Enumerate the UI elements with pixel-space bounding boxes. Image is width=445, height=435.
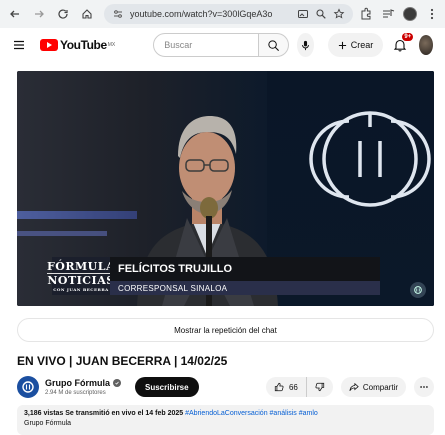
microphone-icon (302, 40, 309, 50)
lt-logo-line2: NOTICIAS (47, 274, 115, 287)
channel-watermark-icon[interactable] (410, 282, 426, 298)
studio-light-stripe (17, 231, 107, 236)
subscribe-button[interactable]: Suscribirse (135, 377, 199, 397)
create-label: Crear (350, 40, 374, 50)
extensions-icon[interactable] (359, 7, 373, 21)
search-bar (153, 33, 290, 57)
more-actions-button[interactable] (414, 377, 434, 397)
thumbs-up-icon (274, 382, 284, 392)
search-input[interactable] (153, 33, 260, 57)
subscriber-count: 2.94 M de suscriptores (45, 390, 106, 396)
search-icon (268, 39, 280, 51)
youtube-header: YouTube MX Crear 9+ (0, 28, 445, 62)
hamburger-menu-icon[interactable] (12, 37, 26, 53)
browser-menu-icon[interactable] (425, 7, 439, 21)
browser-toolbar: youtube.com/watch?v=300lGqeA3o (0, 0, 445, 28)
dislike-button[interactable] (307, 377, 333, 397)
search-button[interactable] (259, 33, 290, 57)
browser-profile-avatar[interactable] (403, 7, 417, 21)
lt-logo-line1: FÓRMULA (46, 260, 116, 274)
hashtags[interactable]: #AbriendoLaConversación #análisis #amlo (185, 410, 318, 417)
bookmark-star-icon[interactable] (333, 8, 345, 20)
zoom-icon[interactable] (315, 8, 327, 20)
lt-logo-line3: CON JUAN BECERRA (53, 287, 109, 292)
home-icon[interactable] (78, 5, 96, 23)
share-button[interactable]: Compartir (340, 377, 406, 397)
share-arrow-icon (349, 382, 359, 391)
plus-icon (338, 41, 346, 49)
grupo-formula-logo-icon (22, 381, 34, 393)
like-count: 66 (288, 382, 298, 392)
user-avatar[interactable] (419, 35, 433, 55)
like-dislike-group: 66 (265, 377, 333, 397)
voice-search-button[interactable] (297, 33, 314, 57)
youtube-logo[interactable]: YouTube MX (40, 38, 115, 52)
show-chat-replay-button[interactable]: Mostrar la repetición del chat (17, 318, 434, 342)
thumbs-down-icon (315, 382, 324, 392)
reload-icon[interactable] (54, 5, 72, 23)
channel-avatar[interactable] (17, 376, 39, 398)
back-icon[interactable] (6, 5, 24, 23)
share-label: Compartir (362, 382, 398, 392)
youtube-play-logo-icon (40, 39, 58, 51)
more-horizontal-icon (420, 386, 428, 388)
verified-check-icon (113, 379, 121, 387)
notifications-button[interactable]: 9+ (393, 33, 414, 55)
lower-third-name: FELÍCITOS TRUJILLO (110, 257, 380, 281)
logo-text: YouTube (60, 38, 107, 52)
description-meta: 3,186 vistas Se transmitió en vivo el 14… (24, 410, 427, 417)
video-player[interactable]: FÓRMULA NOTICIAS CON JUAN BECERRA FELÍCI… (17, 71, 434, 306)
address-bar[interactable]: youtube.com/watch?v=300lGqeA3o (104, 4, 353, 24)
site-settings-icon[interactable] (112, 8, 124, 20)
channel-info: Grupo Fórmula 2.94 M de suscriptores (45, 378, 121, 396)
description-line: Grupo Fórmula (24, 420, 72, 427)
logo-region: MX (107, 42, 116, 48)
notification-badge: 9+ (402, 33, 414, 41)
view-count-and-date: 3,186 vistas Se transmitió en vivo el 14… (24, 410, 184, 417)
channel-name-wrap[interactable]: Grupo Fórmula (45, 378, 121, 388)
forward-icon[interactable] (30, 5, 48, 23)
media-queue-icon[interactable] (381, 7, 395, 21)
url-text: youtube.com/watch?v=300lGqeA3o (130, 9, 273, 19)
formula-noticias-logo: FÓRMULA NOTICIAS CON JUAN BECERRA (46, 257, 116, 295)
lower-third-role: CORRESPONSAL SINALOA (110, 281, 380, 295)
create-button[interactable]: Crear (327, 33, 384, 57)
studio-light-stripe (17, 211, 137, 219)
lower-third-banner: FÓRMULA NOTICIAS CON JUAN BECERRA FELÍCI… (46, 257, 380, 299)
like-button[interactable]: 66 (266, 377, 307, 397)
cast-icon[interactable] (297, 8, 309, 20)
video-title: EN VIVO | JUAN BECERRA | 14/02/25 (17, 354, 228, 368)
video-owner-row: Grupo Fórmula 2.94 M de suscriptores Sus… (17, 374, 434, 400)
channel-name[interactable]: Grupo Fórmula (45, 378, 110, 388)
